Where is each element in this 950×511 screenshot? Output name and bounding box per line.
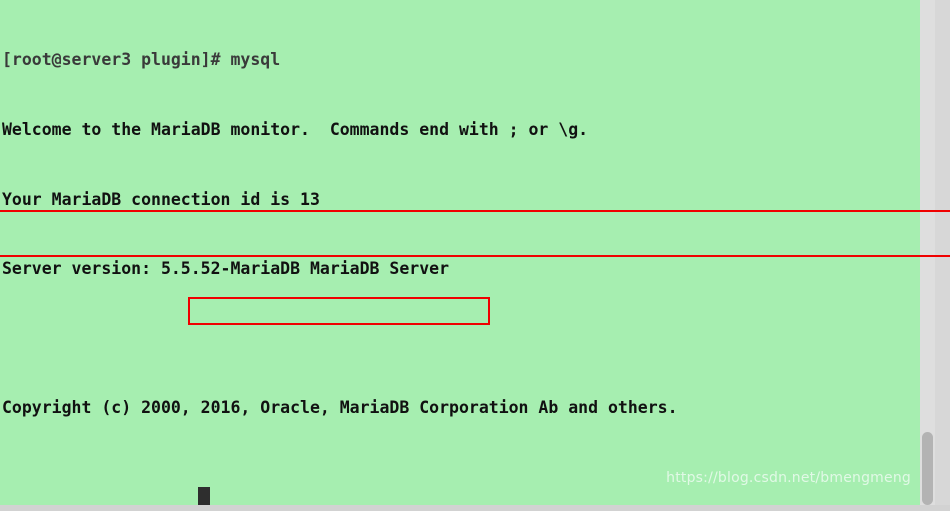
console-line-connection-id: Your MariaDB connection id is 13: [2, 189, 320, 209]
console-line-shell-prompt: [root@server3 plugin]# mysql: [2, 50, 281, 70]
terminal-window: [root@server3 plugin]# mysql Welcome to …: [0, 0, 950, 511]
watermark-text: https://blog.csdn.net/bmengmeng: [666, 470, 911, 486]
vertical-scrollbar-thumb[interactable]: [922, 432, 933, 505]
terminal-screen[interactable]: [root@server3 plugin]# mysql Welcome to …: [0, 0, 935, 505]
vertical-scrollbar-track[interactable]: [920, 0, 935, 505]
console-output: [root@server3 plugin]# mysql Welcome to …: [2, 2, 935, 505]
console-line-welcome: Welcome to the MariaDB monitor. Commands…: [2, 120, 589, 139]
console-line-blank-1: [2, 327, 935, 350]
console-line-copyright: Copyright (c) 2000, 2016, Oracle, MariaD…: [2, 398, 678, 418]
console-line-server-version: Server version: 5.5.52-MariaDB MariaDB S…: [2, 259, 450, 279]
window-bottom-edge: [0, 505, 950, 511]
text-cursor: [198, 487, 210, 505]
